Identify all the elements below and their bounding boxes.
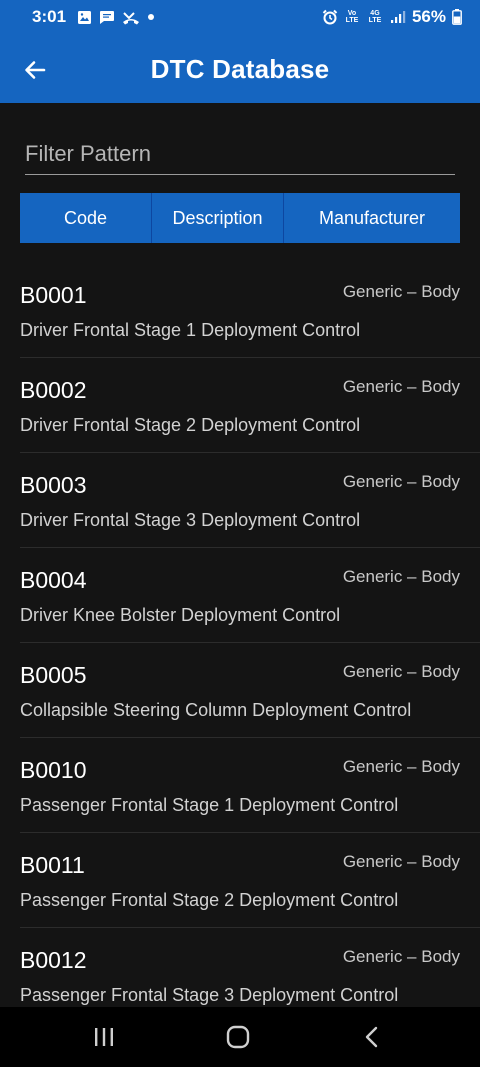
dtc-description: Driver Frontal Stage 3 Deployment Contro… — [20, 510, 361, 530]
dtc-category: Generic – Body — [342, 852, 460, 871]
dtc-description: Passenger Frontal Stage 2 Deployment Con… — [20, 890, 399, 910]
dtc-code: B0012 — [20, 947, 87, 973]
list-item[interactable]: B0005 Generic – Body Collapsible Steerin… — [20, 643, 480, 738]
dtc-category: Generic – Body — [342, 662, 460, 681]
status-time: 3:01 — [32, 7, 67, 26]
dtc-code: B0005 — [20, 662, 87, 688]
battery-icon — [452, 9, 462, 25]
home-icon — [225, 1024, 251, 1050]
dot-icon — [147, 13, 155, 21]
list-item[interactable]: B0012 Generic – Body Passenger Frontal S… — [20, 928, 480, 1007]
dtc-code: B0010 — [20, 757, 87, 783]
list-item[interactable]: B0002 Generic – Body Driver Frontal Stag… — [20, 358, 480, 453]
dtc-code: B0003 — [20, 472, 87, 498]
chat-icon — [99, 10, 115, 25]
home-button[interactable] — [220, 1019, 256, 1055]
dtc-category: Generic – Body — [342, 757, 460, 776]
dtc-code: B0001 — [20, 282, 87, 308]
sort-code-button[interactable]: Code — [20, 193, 151, 243]
status-bar: 3:01 Vo LTE 4G LTE 56% — [0, 0, 480, 34]
dtc-list[interactable]: B0001 Generic – Body Driver Frontal Stag… — [0, 263, 480, 1007]
dtc-category: Generic – Body — [342, 947, 460, 966]
sort-description-button[interactable]: Description — [151, 193, 283, 243]
filter-input[interactable] — [25, 138, 455, 170]
list-item[interactable]: B0011 Generic – Body Passenger Frontal S… — [20, 833, 480, 928]
dtc-category: Generic – Body — [342, 282, 460, 301]
battery-percent: 56% — [411, 7, 446, 26]
dtc-category: Generic – Body — [342, 567, 460, 586]
page-title: DTC Database — [150, 54, 330, 84]
dtc-code: B0002 — [20, 377, 87, 403]
sort-button-bar: Code Description Manufacturer — [20, 193, 460, 243]
dtc-description: Driver Frontal Stage 2 Deployment Contro… — [20, 415, 361, 435]
list-item[interactable]: B0003 Generic – Body Driver Frontal Stag… — [20, 453, 480, 548]
dtc-description: Driver Knee Bolster Deployment Control — [20, 605, 341, 625]
lte-label: 4G LTE — [368, 10, 382, 24]
dtc-description: Collapsible Steering Column Deployment C… — [20, 700, 412, 720]
dtc-description: Passenger Frontal Stage 1 Deployment Con… — [20, 795, 399, 815]
4g-lte-icon: 4G LTE — [366, 10, 384, 24]
nav-back-button[interactable] — [354, 1019, 390, 1055]
list-item[interactable]: B0010 Generic – Body Passenger Frontal S… — [20, 738, 480, 833]
dtc-category: Generic – Body — [342, 472, 460, 491]
filter-field — [25, 138, 455, 175]
recent-apps-button[interactable] — [86, 1019, 122, 1055]
dtc-category: Generic – Body — [342, 377, 460, 396]
recent-apps-icon — [92, 1026, 116, 1048]
image-icon — [77, 10, 92, 25]
system-nav-bar — [0, 1007, 480, 1067]
list-item[interactable]: B0004 Generic – Body Driver Knee Bolster… — [20, 548, 480, 643]
list-item[interactable]: B0001 Generic – Body Driver Frontal Stag… — [20, 263, 480, 358]
dtc-code: B0011 — [20, 852, 85, 878]
dtc-description: Passenger Frontal Stage 3 Deployment Con… — [20, 985, 399, 1005]
dtc-code: B0004 — [20, 567, 87, 593]
app-bar: DTC Database — [0, 34, 480, 103]
sort-manufacturer-button[interactable]: Manufacturer — [283, 193, 460, 243]
dtc-description: Driver Frontal Stage 1 Deployment Contro… — [20, 320, 361, 340]
back-icon — [361, 1025, 383, 1049]
signal-icon — [390, 10, 406, 24]
alarm-icon — [322, 9, 338, 25]
volte-icon: Vo LTE — [344, 10, 360, 24]
missed-call-icon — [122, 10, 140, 25]
volte-label: Vo LTE — [345, 10, 359, 24]
